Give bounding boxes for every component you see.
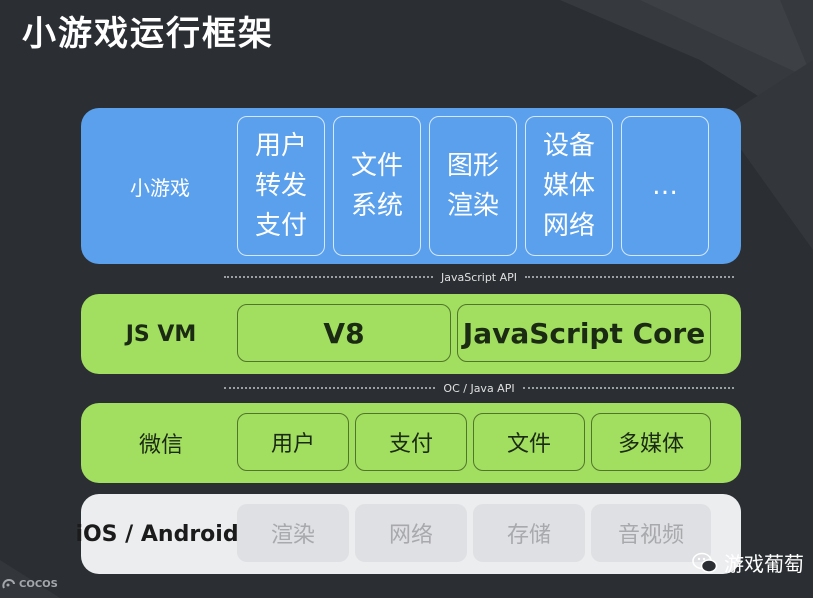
- box-line: 渲染: [446, 191, 499, 221]
- box-line: 文件: [350, 151, 403, 181]
- box-line: 设备: [542, 131, 595, 161]
- javascript-api-separator: JavaScript API: [224, 270, 735, 284]
- os-layer-label: iOS / Android: [75, 521, 239, 547]
- cocos-logo: COCOS: [2, 578, 58, 590]
- dotted-line: [224, 387, 436, 389]
- wechat-pay-box: 支付: [355, 413, 467, 471]
- dotted-line: [525, 276, 735, 278]
- box-line: 图形: [446, 151, 499, 181]
- mini-game-layer: 小游戏 用户 转发 支付 文件 系统 图形 渲染 设备 媒体 网络 …: [81, 108, 741, 264]
- box-line: 网络: [542, 211, 595, 241]
- device-media-network-box: 设备 媒体 网络: [525, 116, 613, 256]
- box-line: 媒体: [542, 171, 595, 201]
- v8-box: V8: [237, 304, 451, 362]
- box-line: 用户: [254, 131, 307, 161]
- mini-game-layer-label: 小游戏: [130, 175, 190, 200]
- box-line: 支付: [254, 211, 307, 241]
- box-line: 系统: [350, 191, 403, 221]
- os-render-box: 渲染: [237, 504, 349, 562]
- page-title: 小游戏运行框架: [22, 14, 274, 54]
- file-system-box: 文件 系统: [333, 116, 421, 256]
- dotted-line: [522, 387, 734, 389]
- box-line: 转发: [254, 171, 307, 201]
- oc-java-api-label: OC / Java API: [443, 381, 515, 395]
- js-vm-layer: JS VM V8 JavaScript Core: [81, 294, 741, 374]
- wechat-multimedia-box: 多媒体: [591, 413, 711, 471]
- dotted-line: [224, 276, 433, 278]
- wechat-user-box: 用户: [237, 413, 349, 471]
- wechat-file-box: 文件: [473, 413, 585, 471]
- wechat-layer: 微信 用户 支付 文件 多媒体: [81, 403, 741, 483]
- os-network-box: 网络: [355, 504, 467, 562]
- js-vm-layer-label: JS VM: [125, 321, 197, 347]
- javascript-api-label: JavaScript API: [440, 270, 518, 284]
- box-line: …: [652, 171, 678, 201]
- cocos-icon: [2, 578, 15, 589]
- javascript-core-box: JavaScript Core: [457, 304, 711, 362]
- oc-java-api-separator: OC / Java API: [224, 381, 734, 395]
- cocos-logo-text: COCOS: [19, 578, 58, 590]
- wechat-icon: [692, 552, 718, 573]
- graphics-render-box: 图形 渲染: [429, 116, 517, 256]
- more-box: …: [621, 116, 709, 256]
- os-storage-box: 存储: [473, 504, 585, 562]
- watermark-text: 游戏葡萄: [724, 552, 804, 576]
- watermark: 游戏葡萄: [692, 548, 804, 577]
- wechat-layer-label: 微信: [138, 433, 183, 458]
- user-share-pay-box: 用户 转发 支付: [237, 116, 325, 256]
- os-layer: iOS / Android 渲染 网络 存储 音视频: [75, 494, 741, 574]
